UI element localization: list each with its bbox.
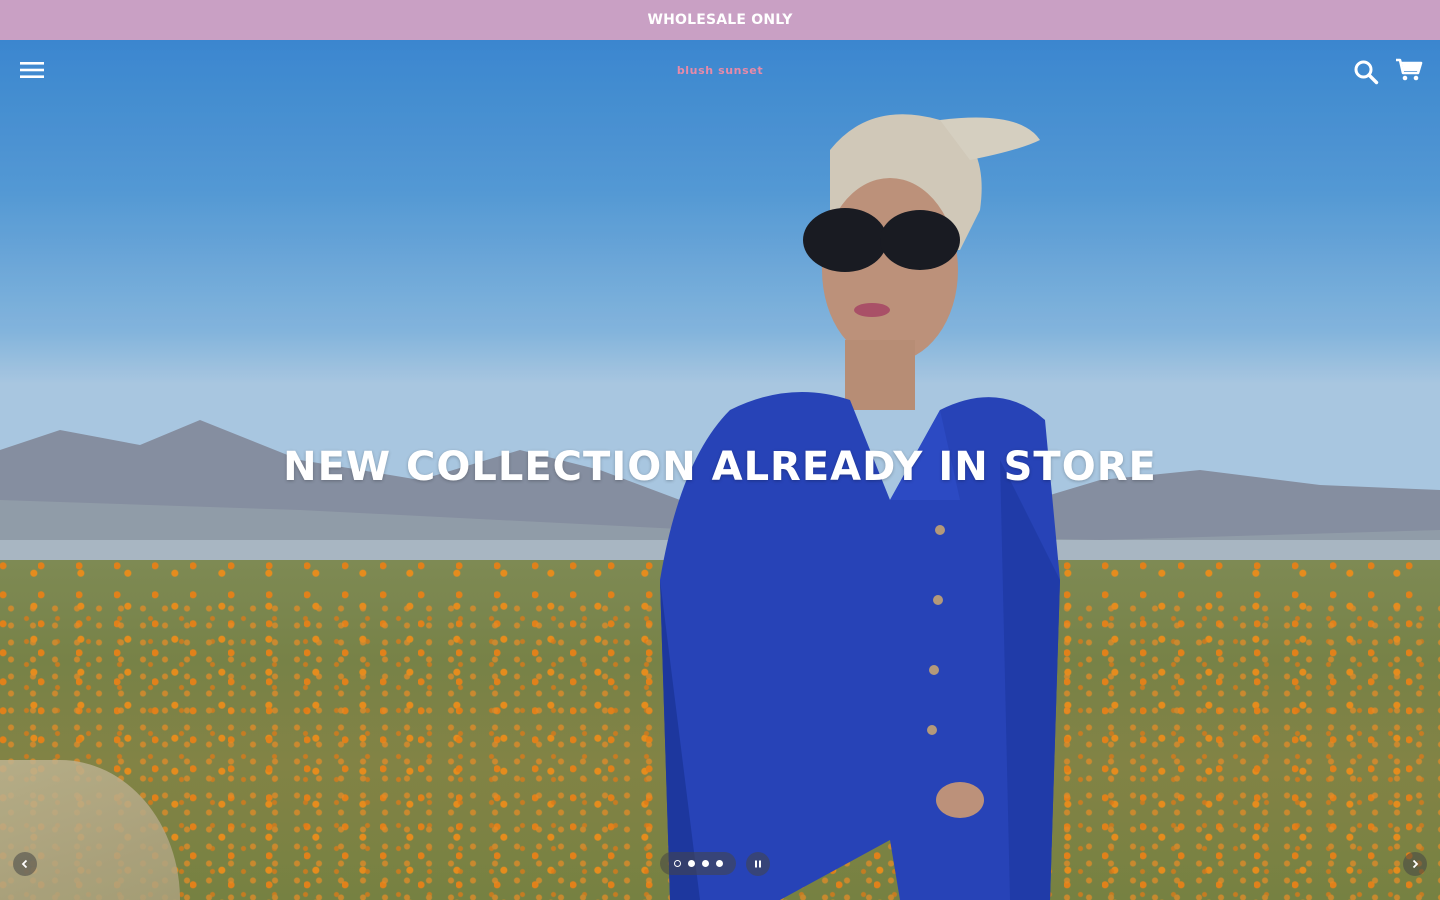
slide-dot-3[interactable] — [701, 860, 709, 867]
search-icon — [1354, 60, 1379, 85]
slide-dot-4[interactable] — [715, 860, 723, 867]
slide-dots — [660, 852, 736, 875]
hero-slideshow: NEW COLLECTION ALREADY IN STORE — [0, 40, 1440, 900]
hero-headline: NEW COLLECTION ALREADY IN STORE — [283, 444, 1157, 490]
hamburger-menu-icon — [20, 62, 44, 78]
search-button[interactable] — [1348, 54, 1384, 90]
cart-button[interactable] — [1390, 52, 1428, 88]
menu-button[interactable] — [16, 54, 48, 86]
slide-prev-button[interactable] — [13, 852, 37, 876]
slide-pause-button[interactable] — [746, 852, 770, 876]
slide-next-button[interactable] — [1403, 852, 1427, 876]
announcement-text: WHOLESALE ONLY — [647, 12, 793, 28]
announcement-bar: WHOLESALE ONLY — [0, 0, 1440, 40]
pause-icon — [755, 860, 761, 868]
cart-icon — [1396, 58, 1423, 81]
chevron-left-icon — [21, 859, 28, 869]
chevron-right-icon — [1412, 859, 1419, 869]
site-logo[interactable]: blush sunset — [620, 64, 820, 77]
slide-dot-2[interactable] — [687, 860, 695, 867]
site-header: blush sunset — [0, 40, 1440, 104]
slide-dot-1[interactable] — [673, 860, 681, 867]
